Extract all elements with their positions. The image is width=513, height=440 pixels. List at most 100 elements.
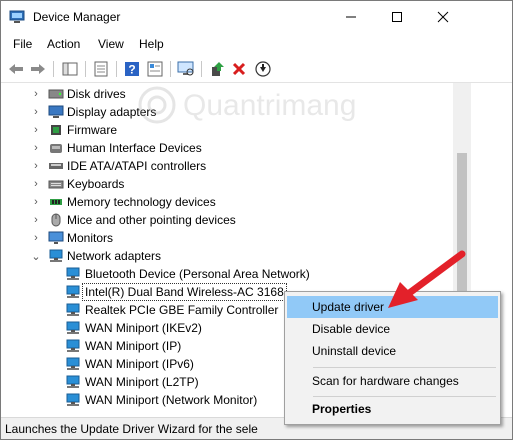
help-icon: ? [125, 62, 139, 77]
tree-item-label: Mice and other pointing devices [67, 213, 236, 227]
toolbar-separator [85, 61, 86, 77]
network-adapter-icon [66, 267, 80, 280]
close-button[interactable] [420, 1, 466, 33]
red-pointer-arrow-icon [388, 250, 466, 308]
scan-hardware-icon [177, 61, 194, 76]
network-device-label: WAN Miniport (Network Monitor) [85, 393, 258, 407]
network-device-label: Realtek PCIe GBE Family Controller [85, 303, 279, 317]
network-adapter-icon [66, 285, 80, 298]
toolbar-separator [53, 61, 54, 77]
show-hide-console-tree-button[interactable] [60, 59, 80, 79]
menu-view[interactable]: View [98, 37, 124, 51]
network-device-label: WAN Miniport (L2TP) [85, 375, 199, 389]
minimize-button[interactable] [328, 1, 374, 33]
svg-text:?: ? [128, 63, 135, 77]
display-adapter-icon [48, 105, 64, 118]
tree-item-label: Disk drives [67, 87, 126, 101]
network-adapter-icon [66, 321, 80, 334]
expand-chevron-icon[interactable]: › [31, 121, 41, 139]
tree-item-label: Keyboards [67, 177, 125, 191]
firmware-icon [51, 125, 61, 135]
window-title: Device Manager [33, 10, 121, 24]
expand-chevron-icon[interactable]: › [31, 229, 41, 247]
tree-item-label: Memory technology devices [67, 195, 216, 209]
device-manager-app-icon [9, 10, 25, 23]
expand-chevron-icon[interactable]: › [31, 157, 41, 175]
scan-hardware-menu-item[interactable]: Scan for hardware changes [287, 370, 498, 392]
network-device-label: Intel(R) Dual Band Wireless-AC 3168 [82, 283, 287, 301]
forward-button[interactable] [28, 59, 48, 79]
hid-icon [50, 144, 62, 153]
menu-item-label: Update driver [312, 300, 385, 314]
network-device-label: Bluetooth Device (Personal Area Network) [85, 267, 310, 281]
collapse-chevron-icon[interactable]: ⌄ [31, 247, 41, 265]
menu-separator [313, 367, 496, 368]
properties-button[interactable] [91, 59, 111, 79]
menu-help[interactable]: Help [139, 37, 164, 51]
status-text: Launches the Update Driver Wizard for th… [5, 422, 258, 436]
menu-item-label: Disable device [312, 322, 391, 336]
monitor-icon [48, 231, 64, 244]
menu-item-label: Uninstall device [312, 344, 397, 358]
memory-device-icon [50, 199, 62, 205]
network-adapter-icon [66, 375, 80, 388]
tree-item-label: Network adapters [67, 249, 162, 263]
menu-item-label: Properties [312, 402, 372, 416]
ide-controller-icon [49, 163, 63, 169]
close-icon [437, 11, 449, 23]
disk-drive-icon [48, 89, 64, 99]
network-device-label: WAN Miniport (IKEv2) [85, 321, 202, 335]
maximize-button[interactable] [374, 1, 420, 33]
network-device-label: WAN Miniport (IP) [85, 339, 182, 353]
mouse-icon [51, 213, 61, 227]
menu-bar: File Action View Help [1, 34, 512, 54]
help-button[interactable]: ? [122, 59, 142, 79]
network-device-label: WAN Miniport (IPv6) [85, 357, 194, 371]
keyboard-icon [48, 180, 64, 189]
download-icon [255, 61, 271, 77]
toolbar-separator [201, 61, 202, 77]
uninstall-device-menu-item[interactable]: Uninstall device [287, 340, 498, 362]
enable-device-button[interactable] [253, 59, 273, 79]
back-button[interactable] [6, 59, 26, 79]
maximize-icon [392, 12, 402, 22]
expand-chevron-icon[interactable]: › [31, 193, 41, 211]
network-adapter-icon [49, 249, 63, 262]
show-hide-tree-icon [62, 62, 78, 76]
network-adapter-icon [66, 303, 80, 316]
network-adapter-icon [66, 357, 80, 370]
tree-item-label: IDE ATA/ATAPI controllers [67, 159, 207, 173]
view-details-icon [147, 61, 163, 77]
toolbar-separator [116, 61, 117, 77]
properties-menu-item[interactable]: Properties [287, 398, 498, 420]
expand-chevron-icon[interactable]: › [31, 103, 41, 121]
disable-device-menu-item[interactable]: Disable device [287, 318, 498, 340]
tree-item-label: Firmware [67, 123, 117, 137]
expand-chevron-icon[interactable]: › [31, 139, 41, 157]
tree-item-label: Human Interface Devices [67, 141, 202, 155]
uninstall-button[interactable] [229, 59, 249, 79]
toolbar: ? [1, 56, 512, 83]
menu-separator [313, 396, 496, 397]
back-arrow-icon [9, 64, 23, 74]
scan-hardware-button[interactable] [176, 59, 196, 79]
network-adapter-icon [66, 339, 80, 352]
network-adapter-icon [66, 393, 80, 406]
expand-chevron-icon[interactable]: › [31, 85, 41, 103]
toolbar-separator [170, 61, 171, 77]
forward-arrow-icon [31, 64, 45, 74]
title-bar[interactable]: Device Manager [1, 1, 512, 33]
menu-file[interactable]: File [13, 37, 32, 51]
uninstall-icon [232, 62, 246, 76]
tree-item-label: Display adapters [67, 105, 157, 119]
properties-icon [94, 61, 108, 77]
tree-item-label: Monitors [67, 231, 114, 245]
update-driver-icon [212, 62, 224, 76]
minimize-icon [346, 16, 356, 18]
expand-chevron-icon[interactable]: › [31, 175, 41, 193]
view-button[interactable] [145, 59, 165, 79]
menu-item-label: Scan for hardware changes [312, 374, 459, 388]
expand-chevron-icon[interactable]: › [31, 211, 41, 229]
update-driver-button[interactable] [207, 59, 227, 79]
menu-action[interactable]: Action [47, 37, 80, 51]
